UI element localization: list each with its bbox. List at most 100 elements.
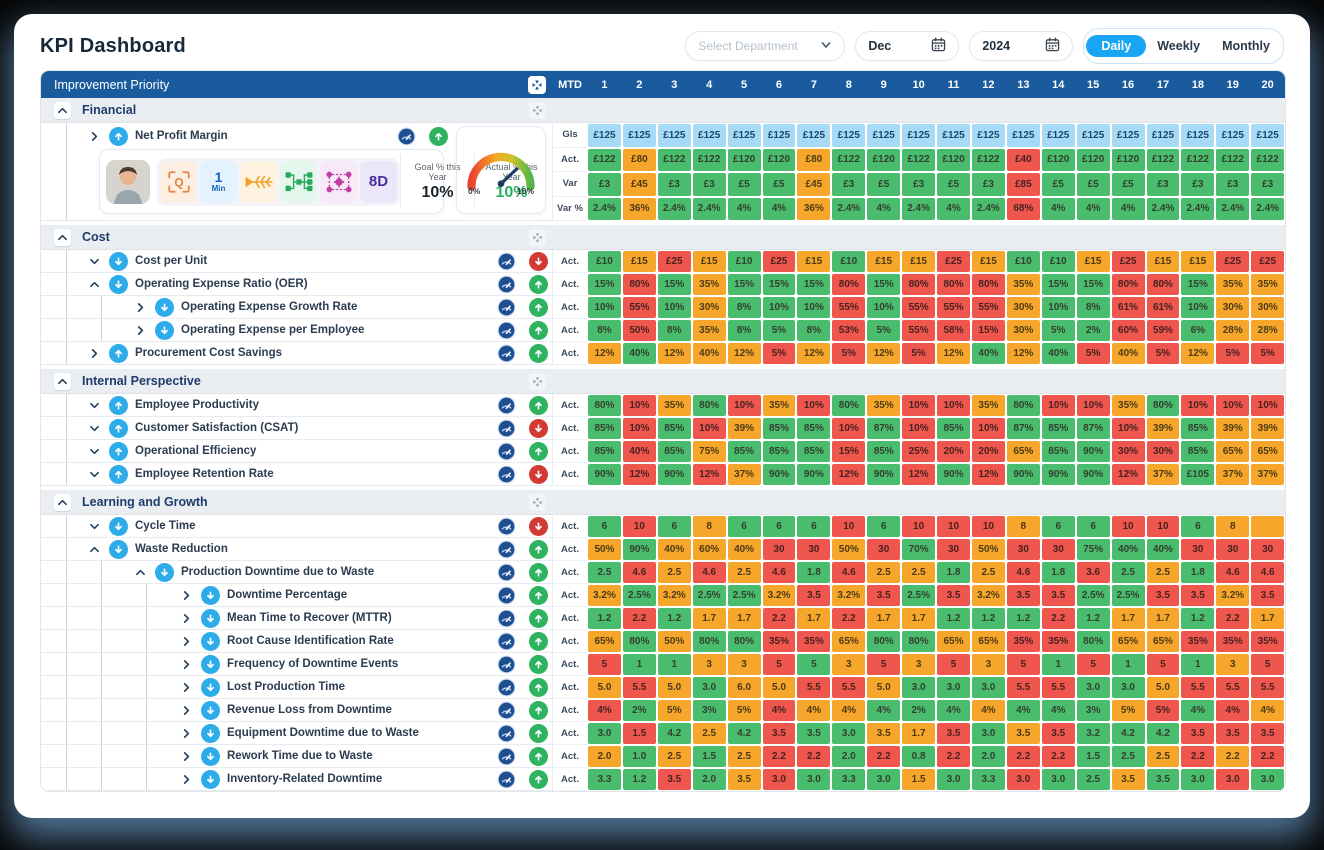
expand-chevron-icon[interactable] — [179, 680, 194, 695]
kpi-row-left: Operating Expense Ratio (OER) — [41, 273, 553, 296]
performance-gauge-icon[interactable] — [497, 540, 516, 559]
toggle-option-weekly[interactable]: Weekly — [1146, 35, 1211, 57]
expand-chevron-icon[interactable] — [179, 657, 194, 672]
collapse-chevron-icon[interactable] — [87, 467, 102, 482]
performance-gauge-icon[interactable] — [497, 396, 516, 415]
collapse-section-box[interactable] — [54, 494, 71, 511]
data-cell: 5.5 — [797, 677, 830, 698]
expand-chevron-icon[interactable] — [179, 726, 194, 741]
toggle-option-monthly[interactable]: Monthly — [1211, 35, 1281, 57]
tree-diagram-icon[interactable] — [280, 161, 317, 203]
expand-chevron-icon[interactable] — [133, 323, 148, 338]
collapse-chevron-icon[interactable] — [87, 444, 102, 459]
data-cell: 4.6 — [693, 562, 726, 583]
performance-gauge-icon[interactable] — [497, 632, 516, 651]
department-select[interactable]: Select Department — [685, 31, 845, 61]
process-flow-icon[interactable] — [320, 161, 357, 203]
data-cell: 1 — [623, 654, 656, 675]
performance-gauge-icon[interactable] — [497, 252, 516, 271]
data-cell: 4.2 — [728, 723, 761, 744]
performance-gauge-icon[interactable] — [497, 678, 516, 697]
performance-gauge-icon[interactable] — [497, 465, 516, 484]
year-picker[interactable]: 2024 — [969, 31, 1073, 61]
performance-gauge-icon[interactable] — [497, 563, 516, 582]
data-cell: 3 — [902, 654, 935, 675]
performance-gauge-icon[interactable] — [497, 344, 516, 363]
data-cell: 6% — [1181, 320, 1214, 341]
collapse-section-box[interactable] — [54, 373, 71, 390]
owner-avatar[interactable] — [106, 160, 150, 204]
performance-gauge-icon[interactable] — [497, 586, 516, 605]
performance-gauge-icon[interactable] — [497, 517, 516, 536]
performance-gauge-icon[interactable] — [497, 609, 516, 628]
data-cell: 30% — [1251, 297, 1284, 318]
expand-chevron-icon[interactable] — [87, 129, 102, 144]
data-cell: 2.0 — [832, 746, 865, 767]
tree-guide-line — [101, 319, 102, 341]
data-cell: 5 — [1147, 654, 1180, 675]
data-cell: £120 — [867, 149, 900, 172]
data-cell: 2.2 — [1181, 746, 1214, 767]
expand-chevron-icon[interactable] — [179, 772, 194, 787]
data-cell: £125 — [1007, 124, 1040, 147]
quality-badge-icon[interactable]: Q — [160, 161, 197, 203]
kpi-direction-up-icon — [109, 465, 128, 484]
collapse-chevron-icon[interactable] — [87, 254, 102, 269]
data-cell: 10% — [1216, 395, 1249, 416]
collapse-chevron-icon[interactable] — [87, 542, 102, 557]
expand-chevron-icon[interactable] — [179, 634, 194, 649]
performance-gauge-icon[interactable] — [497, 655, 516, 674]
data-cell: £85 — [1007, 173, 1040, 196]
month-picker[interactable]: Dec — [855, 31, 959, 61]
expand-chevron-icon[interactable] — [179, 588, 194, 603]
collapse-section-box[interactable] — [54, 102, 71, 119]
collapse-chevron-icon[interactable] — [87, 277, 102, 292]
performance-gauge-icon[interactable] — [497, 770, 516, 789]
expand-chevron-icon[interactable] — [179, 703, 194, 718]
drag-handle-icon[interactable] — [529, 373, 546, 390]
collapse-chevron-icon[interactable] — [55, 374, 70, 389]
data-cell: 3.3 — [588, 769, 621, 790]
performance-gauge-icon[interactable] — [397, 127, 416, 146]
performance-gauge-icon[interactable] — [497, 321, 516, 340]
data-cell: 65% — [1112, 631, 1145, 652]
data-row: Act.8%50%8%35%8%5%8%53%5%55%58%15%30%5%2… — [553, 319, 1285, 342]
collapse-chevron-icon[interactable] — [87, 421, 102, 436]
expand-chevron-icon[interactable] — [179, 749, 194, 764]
expand-chevron-icon[interactable] — [179, 611, 194, 626]
drag-handle-icon[interactable] — [529, 494, 546, 511]
data-cell: 35% — [867, 395, 900, 416]
performance-gauge-icon[interactable] — [497, 419, 516, 438]
collapse-chevron-icon[interactable] — [55, 495, 70, 510]
data-cell: 1.7 — [1112, 608, 1145, 629]
data-cell: £3 — [1181, 173, 1214, 196]
section-header: Financial — [41, 98, 1285, 123]
collapse-chevron-icon[interactable] — [87, 398, 102, 413]
collapse-chevron-icon[interactable] — [55, 230, 70, 245]
drag-handle-icon[interactable] — [529, 229, 546, 246]
data-cell: £122 — [972, 149, 1005, 172]
one-min-badge[interactable]: 1Min — [200, 161, 237, 203]
data-cell: £15 — [797, 251, 830, 272]
move-icon[interactable] — [528, 76, 546, 94]
kpi-row: Cost per Unit Act.£10£15£25£15£10£25£15£… — [41, 250, 1285, 273]
collapse-chevron-icon[interactable] — [87, 519, 102, 534]
expand-chevron-icon[interactable] — [133, 300, 148, 315]
fishbone-diagram-icon[interactable] — [240, 161, 277, 203]
performance-gauge-icon[interactable] — [497, 747, 516, 766]
data-cell: 75% — [693, 441, 726, 462]
collapse-chevron-icon[interactable] — [133, 565, 148, 580]
expand-chevron-icon[interactable] — [87, 346, 102, 361]
performance-gauge-icon[interactable] — [497, 442, 516, 461]
toggle-option-daily[interactable]: Daily — [1086, 35, 1146, 57]
row-label: Act. — [553, 440, 587, 463]
section-header: Internal Perspective — [41, 369, 1285, 394]
collapse-section-box[interactable] — [54, 229, 71, 246]
performance-gauge-icon[interactable] — [497, 701, 516, 720]
drag-handle-icon[interactable] — [529, 102, 546, 119]
performance-gauge-icon[interactable] — [497, 275, 516, 294]
collapse-chevron-icon[interactable] — [55, 103, 70, 118]
performance-gauge-icon[interactable] — [497, 724, 516, 743]
eight-d-badge[interactable]: 8D — [360, 161, 397, 203]
performance-gauge-icon[interactable] — [497, 298, 516, 317]
